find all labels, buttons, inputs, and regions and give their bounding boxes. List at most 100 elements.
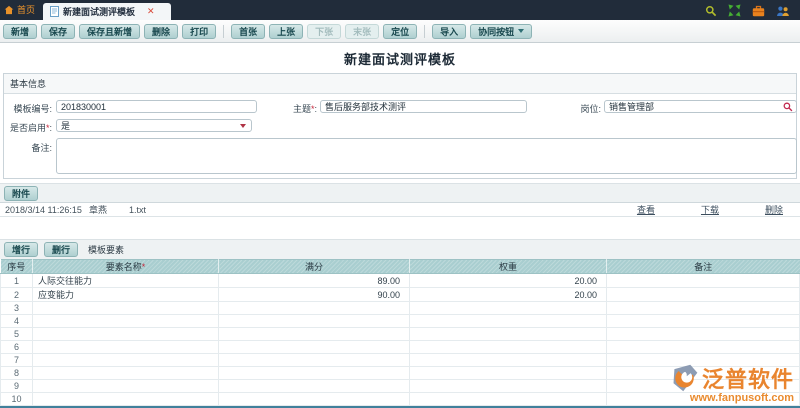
cell-no: 9 bbox=[0, 379, 33, 393]
locate-button[interactable]: 定位 bbox=[383, 23, 418, 39]
view-link[interactable]: 查看 bbox=[637, 205, 655, 215]
table-row: 8 bbox=[0, 366, 800, 380]
cell-name[interactable] bbox=[32, 392, 219, 406]
nav-home[interactable]: 首页 bbox=[0, 3, 43, 20]
cell-no: 5 bbox=[0, 327, 33, 341]
cell-remark[interactable] bbox=[606, 287, 800, 302]
cell-weight[interactable] bbox=[409, 366, 607, 380]
table-row: 4 bbox=[0, 314, 800, 328]
cell-remark[interactable] bbox=[606, 327, 800, 341]
delete-row-button[interactable]: 删行 bbox=[44, 242, 79, 257]
cell-score[interactable] bbox=[218, 301, 410, 315]
next-record-button[interactable]: 下张 bbox=[307, 23, 342, 39]
fullscreen-icon[interactable] bbox=[728, 4, 741, 17]
detail-toolbar: 增行 删行 模板要素 bbox=[0, 239, 800, 259]
tabbar-icon-group bbox=[705, 4, 800, 20]
import-button[interactable]: 导入 bbox=[432, 23, 467, 39]
enabled-select[interactable]: 是 bbox=[56, 119, 252, 132]
cell-weight[interactable]: 20.00 bbox=[409, 287, 607, 302]
basic-info-section: 基本信息 模板编号: 主题*: 岗位: 是否启用*: 是 备注: bbox=[3, 73, 797, 179]
cell-name[interactable] bbox=[32, 301, 219, 315]
cell-remark[interactable] bbox=[606, 340, 800, 354]
col-remark: 备注 bbox=[606, 259, 800, 274]
toolbar: 新增 保存 保存且新增 删除 打印 首张 上张 下张 末张 定位 导入 协同按钮 bbox=[0, 20, 800, 43]
col-weight: 权重 bbox=[409, 259, 607, 274]
cell-name[interactable] bbox=[32, 314, 219, 328]
cell-weight[interactable] bbox=[409, 301, 607, 315]
cell-name[interactable] bbox=[32, 366, 219, 380]
cell-weight[interactable] bbox=[409, 327, 607, 341]
col-score: 满分 bbox=[218, 259, 410, 274]
table-row: 7 bbox=[0, 353, 800, 367]
cell-weight[interactable] bbox=[409, 379, 607, 393]
cell-remark[interactable] bbox=[606, 366, 800, 380]
print-button[interactable]: 打印 bbox=[182, 23, 217, 39]
caret-down-icon bbox=[518, 29, 525, 33]
last-record-button[interactable]: 末张 bbox=[345, 23, 380, 39]
toolbar-separator bbox=[223, 24, 225, 38]
cell-weight[interactable] bbox=[409, 353, 607, 367]
subject-input[interactable] bbox=[320, 100, 527, 113]
cell-remark[interactable] bbox=[606, 301, 800, 315]
dropdown-arrow-icon bbox=[240, 124, 246, 128]
cell-score[interactable]: 89.00 bbox=[218, 273, 410, 288]
cell-name[interactable] bbox=[32, 340, 219, 354]
tab-bar: 首页 新建面试测评模板 ✕ bbox=[0, 0, 800, 20]
cell-name[interactable]: 应变能力 bbox=[32, 287, 219, 302]
attachment-filename: 1.txt bbox=[129, 204, 147, 215]
cell-score[interactable] bbox=[218, 353, 410, 367]
cell-score[interactable] bbox=[218, 327, 410, 341]
cell-score[interactable] bbox=[218, 379, 410, 393]
position-lookup-icon[interactable] bbox=[783, 102, 793, 112]
collab-button[interactable]: 协同按钮 bbox=[470, 23, 533, 39]
save-and-new-button[interactable]: 保存且新增 bbox=[79, 23, 141, 39]
table-row: 2 应变能力 90.00 20.00 bbox=[0, 287, 800, 302]
position-label: 岗位: bbox=[580, 104, 601, 114]
toolbox-icon[interactable] bbox=[752, 5, 765, 17]
add-row-button[interactable]: 增行 bbox=[4, 242, 39, 257]
save-button[interactable]: 保存 bbox=[41, 23, 76, 39]
col-no: 序号 bbox=[0, 259, 33, 274]
cell-score[interactable] bbox=[218, 366, 410, 380]
cell-score[interactable] bbox=[218, 392, 410, 406]
cell-no: 1 bbox=[0, 273, 33, 288]
nav-home-label: 首页 bbox=[17, 5, 36, 15]
app-window: 首页 新建面试测评模板 ✕ 新增 保存 保存且新增 删除 打印 首张 上张 下张… bbox=[0, 0, 800, 408]
template-no-input[interactable] bbox=[56, 100, 257, 113]
subject-label: 主题*: bbox=[292, 104, 317, 114]
cell-weight[interactable] bbox=[409, 392, 607, 406]
cell-score[interactable] bbox=[218, 314, 410, 328]
tab-new-template[interactable]: 新建面试测评模板 ✕ bbox=[43, 3, 172, 20]
cell-remark[interactable] bbox=[606, 314, 800, 328]
download-link[interactable]: 下载 bbox=[701, 205, 719, 215]
users-icon[interactable] bbox=[776, 5, 790, 17]
prev-record-button[interactable]: 上张 bbox=[269, 23, 304, 39]
enabled-label: 是否启用*: bbox=[9, 123, 52, 133]
add-button[interactable]: 新增 bbox=[3, 23, 38, 39]
first-record-button[interactable]: 首张 bbox=[231, 23, 266, 39]
tab-close-icon[interactable]: ✕ bbox=[147, 7, 155, 16]
delete-link[interactable]: 删除 bbox=[765, 205, 783, 215]
position-input[interactable] bbox=[604, 100, 797, 113]
cell-name[interactable] bbox=[32, 353, 219, 367]
cell-score[interactable]: 90.00 bbox=[218, 287, 410, 302]
cell-name[interactable] bbox=[32, 379, 219, 393]
attachment-actions: 查看 下载 删除 bbox=[591, 203, 795, 216]
table-row: 6 bbox=[0, 340, 800, 354]
table-row: 9 bbox=[0, 379, 800, 393]
cell-weight[interactable]: 20.00 bbox=[409, 273, 607, 288]
cell-weight[interactable] bbox=[409, 340, 607, 354]
cell-remark[interactable] bbox=[606, 379, 800, 393]
template-no-label: 模板编号: bbox=[13, 104, 52, 114]
cell-remark[interactable] bbox=[606, 392, 800, 406]
cell-name[interactable]: 人际交往能力 bbox=[32, 273, 219, 288]
remark-textarea[interactable] bbox=[56, 138, 797, 174]
cell-weight[interactable] bbox=[409, 314, 607, 328]
search-icon[interactable] bbox=[705, 5, 717, 17]
cell-remark[interactable] bbox=[606, 353, 800, 367]
attachment-button[interactable]: 附件 bbox=[4, 185, 39, 201]
cell-score[interactable] bbox=[218, 340, 410, 354]
cell-remark[interactable] bbox=[606, 273, 800, 288]
delete-button[interactable]: 删除 bbox=[144, 23, 179, 39]
cell-name[interactable] bbox=[32, 327, 219, 341]
